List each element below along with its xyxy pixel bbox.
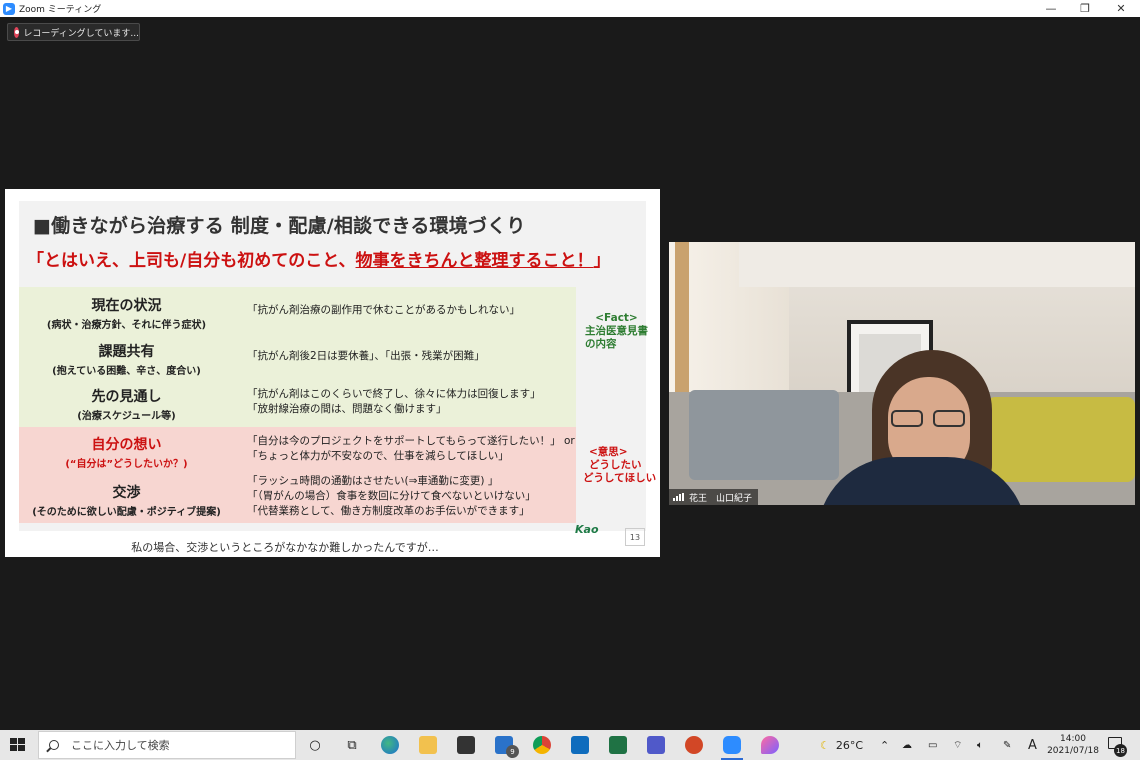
window-title: Zoom ミーティング (19, 5, 102, 15)
subheading-pre: 「とはいえ、上司も/自分も初めてのこと、 (27, 251, 356, 271)
row-line: 「抗がん剤治療の副作用で休むことがあるかもしれない」 (247, 304, 520, 316)
clock-time: 14:00 (1060, 734, 1086, 744)
teams-icon[interactable] (647, 736, 665, 754)
recording-icon (14, 26, 20, 38)
taskbar-search-box[interactable]: ここに入力して検索 (38, 731, 296, 759)
search-icon (49, 740, 59, 750)
close-button[interactable]: ✕ (1104, 0, 1138, 17)
slide-heading: ■働きながら治療する 制度・配慮/相談できる環境づくり (33, 215, 526, 237)
mail-badge: 9 (506, 745, 519, 758)
shared-slide: ■働きながら治療する 制度・配慮/相談できる環境づくり 「とはいえ、上司も/自分… (5, 189, 660, 557)
store-icon[interactable] (457, 736, 475, 754)
windows-start-icon[interactable] (10, 738, 26, 752)
row-title: 先の見通し (91, 389, 162, 405)
row-line: 「ラッシュ時間の通勤はさせたい(⇒車通勤に変更) 」 (247, 475, 499, 487)
app-icon[interactable] (761, 736, 779, 754)
row-line: 「抗がん剤後2日は要休養」、「出張・残業が困難」 (247, 350, 485, 362)
file-explorer-icon[interactable] (419, 736, 437, 754)
intent-note-title: <意思> (589, 446, 628, 458)
row-subtitle: (そのために欲しい配慮・ポジティブ提案) (32, 507, 221, 518)
clock-date: 2021/07/18 (1047, 746, 1099, 756)
video-ceiling (739, 242, 1135, 287)
powerpoint-icon[interactable] (685, 736, 703, 754)
subheading-underlined: 物事をきちんと整理すること！ (355, 251, 594, 271)
row-description: 「抗がん剤後2日は要休養」、「出張・残業が困難」 (247, 349, 485, 364)
row-title: 交渉 (112, 485, 141, 501)
participant-video[interactable]: 花王 山口紀子 (669, 242, 1135, 505)
subheading-post: 」 (593, 251, 611, 271)
row-category: 先の見通し (治療スケジュール等) (19, 386, 234, 422)
video-cushion-right (987, 397, 1135, 482)
taskbar-clock[interactable]: 14:00 2021/07/18 (1045, 733, 1101, 757)
cortana-icon[interactable]: ○ (305, 735, 325, 755)
excel-icon[interactable] (609, 736, 627, 754)
row-category: 現在の状況 (病状・治療方針、それに伴う症状) (19, 295, 234, 331)
row-line: 「（胃がんの場合）食事を数回に分けて食べないといけない」 (247, 490, 536, 502)
weather-temperature: 26°C (835, 738, 864, 752)
video-cushion-left (689, 390, 839, 480)
row-line: 「抗がん剤はこのくらいで終了し、徐々に体力は回復します」 (247, 388, 541, 400)
row-line: 「自分は今のプロジェクトをサポートしてもらって遂行したい！」 or (247, 435, 575, 447)
row-line: 「ちょっと体力が不安なので、仕事を減らしてほしい」 (247, 450, 509, 462)
fact-note-line: の内容 (585, 338, 617, 350)
zoom-app-icon: ▶ (3, 2, 15, 15)
wifi-icon[interactable]: ⌔ (953, 730, 962, 760)
row-subtitle: (治療スケジュール等) (77, 411, 176, 422)
row-description: 「抗がん剤治療の副作用で休むことがあるかもしれない」 (247, 303, 520, 318)
restore-button[interactable]: ❐ (1068, 0, 1102, 17)
row-title: 現在の状況 (91, 298, 162, 314)
search-placeholder: ここに入力して検索 (71, 739, 170, 752)
windows-taskbar: ここに入力して検索 ○ ⧉ 9 ☾ 26°C ⌃ ☁ ▭ ⌔ 🔈︎ ✎ A 14:… (0, 730, 1140, 760)
volume-icon[interactable]: 🔈︎ (977, 730, 983, 760)
intent-note: <意思> どうしたい どうしてほしい (583, 446, 656, 485)
fact-note: <Fact> 主治医意見書 の内容 (585, 312, 648, 351)
window-titlebar: ▶ Zoom ミーティング — ❐ ✕ (0, 0, 1140, 17)
row-subtitle: (“自分は”どうしたいか？) (65, 459, 188, 470)
row-title: 課題共有 (98, 344, 155, 360)
cloud-sync-icon[interactable]: ☁ (902, 730, 912, 760)
moon-icon: ☾ (820, 738, 830, 752)
slide-subheading: 「とはいえ、上司も/自分も初めてのこと、物事をきちんと整理すること！」 (27, 246, 611, 271)
row-description: 「ラッシュ時間の通勤はさせたい(⇒車通勤に変更) 」 「（胃がんの場合）食事を数… (247, 474, 536, 519)
intent-note-line: どうしたい (589, 459, 642, 471)
row-line: 「放射線治療の間は、問題なく働けます」 (247, 403, 447, 415)
participant-name: 花王 山口紀子 (689, 493, 753, 504)
minimize-button[interactable]: — (1034, 0, 1068, 17)
intent-note-line: どうしてほしい (583, 472, 657, 484)
row-line: 「代替業務として、働き方制度改革のお手伝いができます」 (247, 505, 530, 517)
weather-widget[interactable]: ☾ 26°C (820, 730, 863, 760)
tray-overflow-icon[interactable]: ⌃ (880, 730, 889, 760)
row-subtitle: (病状・治療方針、それに伴う症状) (46, 320, 207, 331)
row-subtitle: (抱えている困難、辛さ、度合い) (52, 366, 201, 377)
row-category: 交渉 (そのために欲しい配慮・ポジティブ提案) (19, 482, 234, 518)
task-view-icon[interactable]: ⧉ (342, 735, 362, 755)
fact-note-line: 主治医意見書 (585, 325, 648, 337)
row-description: 「自分は今のプロジェクトをサポートしてもらって遂行したい！」 or 「ちょっと体… (247, 434, 575, 464)
slide-caption: 私の場合、交渉というところがなかなか難しかったんですが… (131, 541, 439, 554)
fact-note-title: <Fact> (595, 312, 638, 324)
pen-icon[interactable]: ✎ (1003, 730, 1011, 760)
video-person-glasses (891, 410, 967, 428)
page-number: 13 (625, 528, 645, 546)
ime-indicator[interactable]: A (1028, 730, 1037, 760)
battery-icon[interactable]: ▭ (928, 730, 937, 760)
kao-logo: Kao (575, 523, 599, 536)
chrome-icon[interactable] (533, 736, 551, 754)
zoom-taskbar-icon[interactable] (723, 736, 741, 754)
row-category: 自分の想い (“自分は”どうしたいか？) (19, 434, 234, 470)
outlook-icon[interactable] (571, 736, 589, 754)
row-category: 課題共有 (抱えている困難、辛さ、度合い) (19, 341, 234, 377)
participant-name-tag: 花王 山口紀子 (669, 489, 759, 505)
recording-indicator[interactable]: レコーディングしています... (7, 23, 140, 41)
recording-label: レコーディングしています... (23, 28, 139, 39)
row-title: 自分の想い (91, 437, 162, 453)
notification-count: 18 (1114, 744, 1127, 757)
row-description: 「抗がん剤はこのくらいで終了し、徐々に体力は回復します」 「放射線治療の間は、問… (247, 387, 541, 417)
signal-icon (673, 493, 685, 501)
edge-icon[interactable] (381, 736, 399, 754)
